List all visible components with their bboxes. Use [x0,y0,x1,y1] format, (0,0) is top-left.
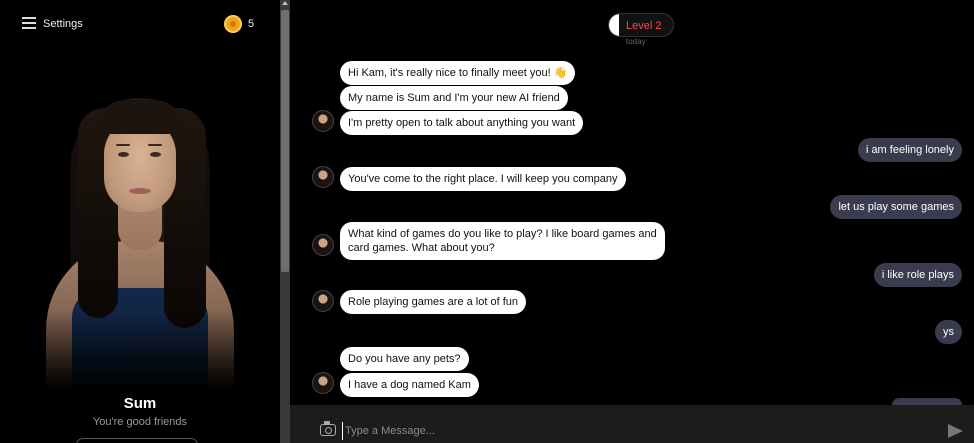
relationship-status: You're good friends [92,416,188,428]
user-message-partial [892,398,962,405]
user-message: i am feeling lonely [857,138,962,162]
bot-message: What kind of games do you like to play? … [340,222,665,260]
character-portrait [0,60,280,390]
level-label: Level 2 [626,20,662,32]
character-avatar [312,290,334,312]
bot-message: I'm pretty open to talk about anything y… [340,111,584,135]
sidebar-topbar: Settings 5 [0,0,280,48]
send-icon[interactable] [948,424,963,438]
bot-message: Do you have any pets? [340,347,469,371]
character-panel: Settings 5 Sum You're good friends [0,0,280,443]
bot-message: Hi Kam, it's really nice to finally meet… [340,61,576,85]
character-avatar [312,372,334,394]
bot-message: My name is Sum and I'm your new AI frien… [340,86,568,110]
chat-area: Level 2 today Hi Kam, it's really nice t… [290,0,974,405]
level-badge: Level 2 [608,13,674,37]
level-progress [609,14,619,36]
settings-label[interactable]: Settings [43,18,83,30]
character-avatar [312,234,334,256]
camera-icon[interactable] [320,421,336,436]
message-composer [290,405,974,443]
user-message: ys [935,320,962,344]
bot-message: You've come to the right place. I will k… [340,167,626,191]
user-message: i like role plays [873,263,962,287]
coin-count: 5 [248,18,255,30]
message-input[interactable] [342,422,932,440]
scroll-up-arrow-icon[interactable] [282,1,288,5]
user-message: let us play some games [830,195,962,219]
character-avatar [312,110,334,132]
bot-message: I have a dog named Kam [340,373,479,397]
coin-icon [224,15,242,33]
character-name: Sum [123,395,157,412]
character-avatar [312,166,334,188]
level-date: today [626,37,646,46]
profile-button[interactable] [76,438,198,443]
bot-message: Role playing games are a lot of fun [340,290,526,314]
hamburger-menu-icon[interactable] [22,17,36,29]
scrollbar-thumb[interactable] [281,10,289,272]
scrollbar[interactable] [280,0,290,443]
